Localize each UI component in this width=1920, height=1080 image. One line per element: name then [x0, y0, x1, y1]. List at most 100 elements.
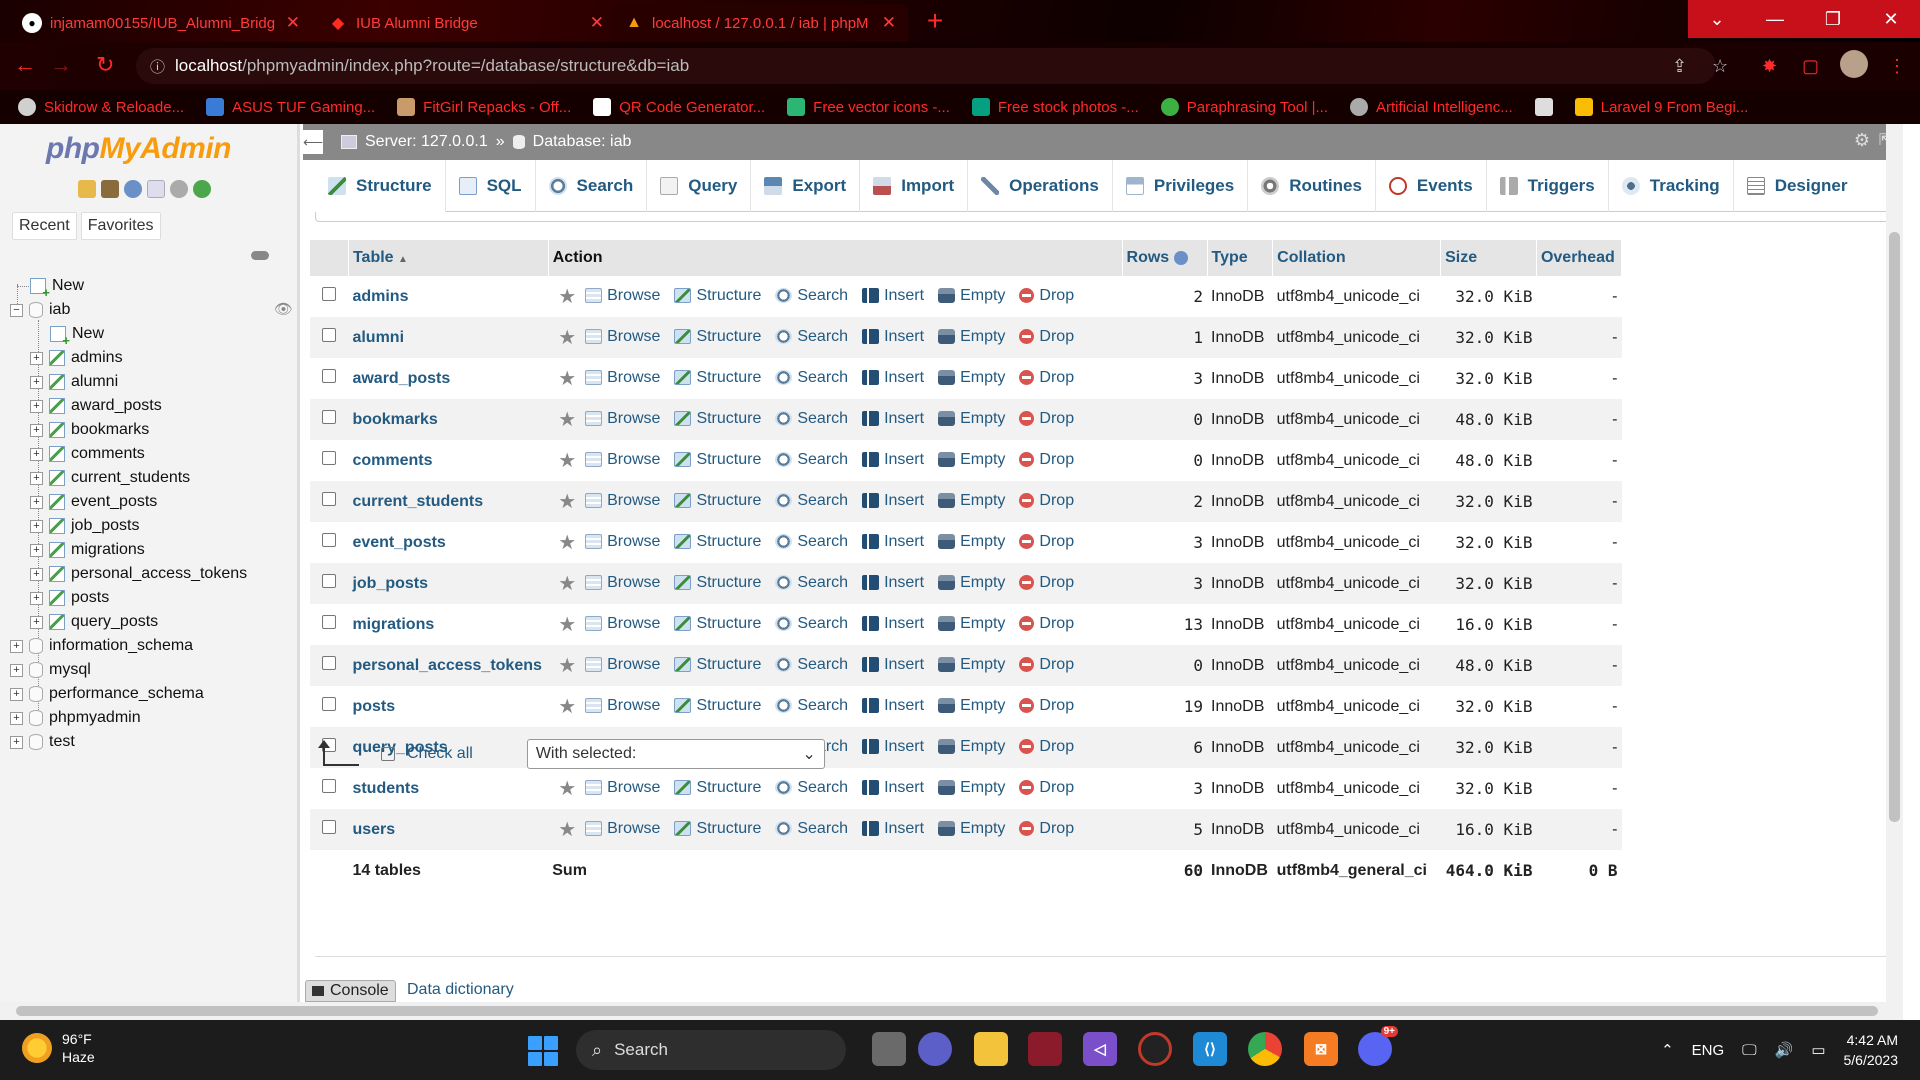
row-checkbox[interactable]: [322, 533, 336, 547]
tab-events[interactable]: Events: [1376, 160, 1487, 212]
insert-action[interactable]: Insert: [862, 328, 924, 346]
insert-action[interactable]: Insert: [862, 410, 924, 428]
tree-new-table[interactable]: New: [50, 322, 104, 348]
favorite-star-icon[interactable]: ★: [558, 491, 576, 513]
search-action[interactable]: Search: [775, 287, 848, 305]
tree-table-job-posts[interactable]: + job_posts: [30, 514, 140, 538]
tree-table-current-students[interactable]: + current_students: [30, 466, 190, 490]
browse-action[interactable]: Browse: [585, 820, 660, 838]
settings-icon[interactable]: [170, 180, 188, 198]
structure-action[interactable]: Structure: [674, 369, 761, 387]
xampp-icon[interactable]: ⊠: [1304, 1032, 1338, 1066]
table-size[interactable]: 32.0 KiB: [1440, 317, 1537, 358]
search-action[interactable]: Search: [775, 615, 848, 633]
expand-icon[interactable]: +: [30, 423, 43, 437]
table-name-link[interactable]: award_posts: [352, 370, 450, 387]
structure-action[interactable]: Structure: [674, 615, 761, 633]
close-window-icon[interactable]: ✕: [1862, 0, 1920, 38]
search-action[interactable]: Search: [775, 574, 848, 592]
new-tab-button[interactable]: +: [919, 6, 951, 38]
tree-table-bookmarks[interactable]: + bookmarks: [30, 418, 149, 442]
drop-action[interactable]: Drop: [1019, 410, 1074, 428]
table-size[interactable]: 32.0 KiB: [1440, 276, 1537, 317]
tab-designer[interactable]: Designer: [1734, 160, 1861, 212]
expand-icon[interactable]: +: [30, 375, 43, 389]
tree-table-migrations[interactable]: + migrations: [30, 538, 145, 562]
empty-action[interactable]: Empty: [938, 697, 1005, 715]
search-action[interactable]: Search: [775, 820, 848, 838]
expand-icon[interactable]: +: [30, 495, 43, 509]
favorite-star-icon[interactable]: ★: [558, 696, 576, 718]
tree-db-test[interactable]: + test: [10, 730, 75, 754]
tree-db-iab[interactable]: − iab: [10, 298, 70, 322]
row-checkbox[interactable]: [322, 656, 336, 670]
expand-icon[interactable]: +: [10, 663, 23, 677]
tab-operations[interactable]: Operations: [968, 160, 1113, 212]
expand-icon[interactable]: +: [30, 591, 43, 605]
table-size[interactable]: 32.0 KiB: [1440, 481, 1537, 522]
file-explorer-icon[interactable]: [974, 1032, 1008, 1066]
header-overhead[interactable]: Overhead: [1536, 240, 1623, 276]
table-size[interactable]: 48.0 KiB: [1440, 645, 1537, 686]
header-type[interactable]: Type: [1207, 240, 1274, 276]
table-name-link[interactable]: comments: [352, 452, 432, 469]
empty-action[interactable]: Empty: [938, 287, 1005, 305]
scrollbar-thumb[interactable]: [16, 1006, 1878, 1016]
forward-icon[interactable]: →: [50, 52, 72, 78]
bookmark-item[interactable]: Skidrow & Reloade...: [18, 98, 184, 116]
row-checkbox[interactable]: [322, 492, 336, 506]
reload-icon[interactable]: ↻: [96, 52, 114, 78]
tab-query[interactable]: Query: [647, 160, 752, 212]
tab-structure[interactable]: Structure: [315, 160, 446, 212]
search-action[interactable]: Search: [775, 779, 848, 797]
tree-table-personal-access-tokens[interactable]: + personal_access_tokens: [30, 562, 247, 586]
expand-icon[interactable]: +: [30, 399, 43, 413]
browse-action[interactable]: Browse: [585, 697, 660, 715]
expand-icon[interactable]: +: [30, 447, 43, 461]
browser-tab-phpmyadmin[interactable]: ▲ localhost / 127.0.0.1 / iab | phpM ✕: [612, 4, 908, 42]
expand-icon[interactable]: +: [10, 687, 23, 701]
tree-db-information-schema[interactable]: + information_schema: [10, 634, 193, 658]
browse-action[interactable]: Browse: [585, 656, 660, 674]
favorite-star-icon[interactable]: ★: [558, 614, 576, 636]
tree-new-database[interactable]: New: [30, 274, 84, 300]
breadcrumb-server[interactable]: Server: 127.0.0.1: [365, 133, 488, 151]
browse-action[interactable]: Browse: [585, 451, 660, 469]
drop-action[interactable]: Drop: [1019, 369, 1074, 387]
structure-action[interactable]: Structure: [674, 656, 761, 674]
tab-import[interactable]: Import: [860, 160, 969, 212]
browse-action[interactable]: Browse: [585, 574, 660, 592]
bookmark-item[interactable]: ASUS TUF Gaming...: [206, 98, 375, 116]
structure-action[interactable]: Structure: [674, 820, 761, 838]
insert-action[interactable]: Insert: [862, 287, 924, 305]
favorite-star-icon[interactable]: ★: [558, 819, 576, 841]
insert-action[interactable]: Insert: [862, 820, 924, 838]
insert-action[interactable]: Insert: [862, 779, 924, 797]
bookmark-item[interactable]: QR Code Generator...: [593, 98, 765, 116]
drop-action[interactable]: Drop: [1019, 328, 1074, 346]
expand-icon[interactable]: +: [10, 735, 23, 749]
favorite-star-icon[interactable]: ★: [558, 368, 576, 390]
close-tab-icon[interactable]: ✕: [590, 13, 604, 33]
table-size[interactable]: 32.0 KiB: [1440, 686, 1537, 727]
profile-avatar[interactable]: [1840, 50, 1868, 78]
insert-action[interactable]: Insert: [862, 697, 924, 715]
favorite-star-icon[interactable]: ★: [558, 778, 576, 800]
structure-action[interactable]: Structure: [674, 451, 761, 469]
bookmark-item[interactable]: Free stock photos -...: [971, 98, 1139, 116]
extension-icon[interactable]: ✸: [1762, 56, 1777, 77]
tab-privileges[interactable]: Privileges: [1113, 160, 1249, 212]
table-name-link[interactable]: job_posts: [352, 575, 428, 592]
tab-tracking[interactable]: Tracking: [1609, 160, 1734, 212]
bookmark-star-icon[interactable]: ☆: [1712, 56, 1728, 77]
expand-icon[interactable]: +: [30, 351, 43, 365]
structure-action[interactable]: Structure: [674, 328, 761, 346]
tree-table-query-posts[interactable]: + query_posts: [30, 610, 158, 634]
home-icon[interactable]: [78, 180, 96, 198]
data-dictionary-link[interactable]: Data dictionary: [407, 981, 514, 999]
browser-tab-iub[interactable]: ◆ IUB Alumni Bridge ✕: [316, 4, 616, 42]
expand-icon[interactable]: +: [30, 567, 43, 581]
empty-action[interactable]: Empty: [938, 492, 1005, 510]
search-action[interactable]: Search: [775, 410, 848, 428]
empty-action[interactable]: Empty: [938, 820, 1005, 838]
